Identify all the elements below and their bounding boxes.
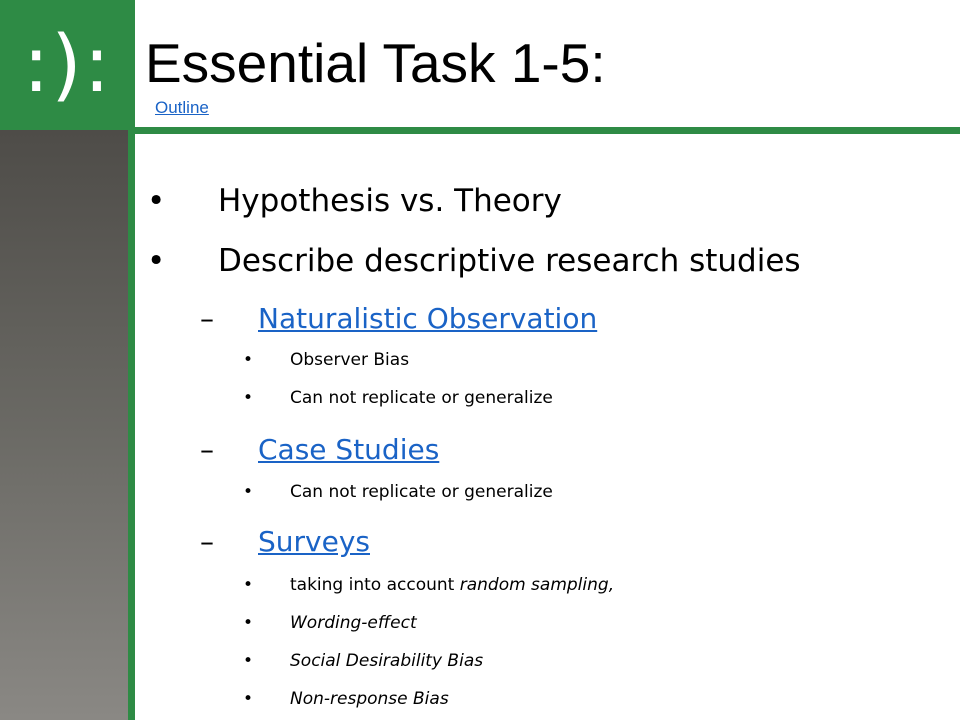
bullet-text: taking into account random sampling, [290, 575, 614, 595]
bullet-marker: • [147, 243, 166, 279]
outline-link[interactable]: Outline [155, 98, 209, 118]
bullet-marker: • [243, 350, 254, 370]
smiley-logo: :): [23, 20, 112, 110]
bullet-marker: • [243, 651, 254, 671]
left-sidebar-bar [0, 130, 128, 720]
bullet-marker: • [243, 482, 254, 502]
bullet-link[interactable]: Surveys [258, 525, 370, 558]
bullet-text: Non-response Bias [290, 689, 449, 709]
bullet-text: Social Desirability Bias [290, 651, 484, 671]
bullet-text: Can not replicate or generalize [290, 482, 553, 502]
left-sidebar-edge [128, 130, 135, 720]
slide-title: Essential Task 1-5: [145, 32, 606, 94]
bullet-marker: • [243, 689, 254, 709]
title-underline [135, 127, 960, 134]
dash-marker: – [200, 302, 214, 335]
bullet-link[interactable]: Naturalistic Observation [258, 302, 597, 335]
bullet-link[interactable]: Case Studies [258, 433, 439, 466]
bullet-italic-text: random sampling, [459, 575, 615, 595]
bullet-text: Can not replicate or generalize [290, 388, 553, 408]
bullet-marker: • [243, 575, 254, 595]
bullet-text: Wording-effect [290, 613, 417, 633]
bullet-marker: • [243, 388, 254, 408]
bullet-text: Describe descriptive research studies [218, 243, 801, 279]
bullet-text: Observer Bias [290, 350, 410, 370]
bullet-text-part: taking into account [290, 575, 460, 595]
dash-marker: – [200, 525, 214, 558]
bullet-marker: • [147, 183, 166, 219]
bullet-marker: • [243, 613, 254, 633]
dash-marker: – [200, 433, 214, 466]
bullet-text: Hypothesis vs. Theory [218, 183, 562, 219]
